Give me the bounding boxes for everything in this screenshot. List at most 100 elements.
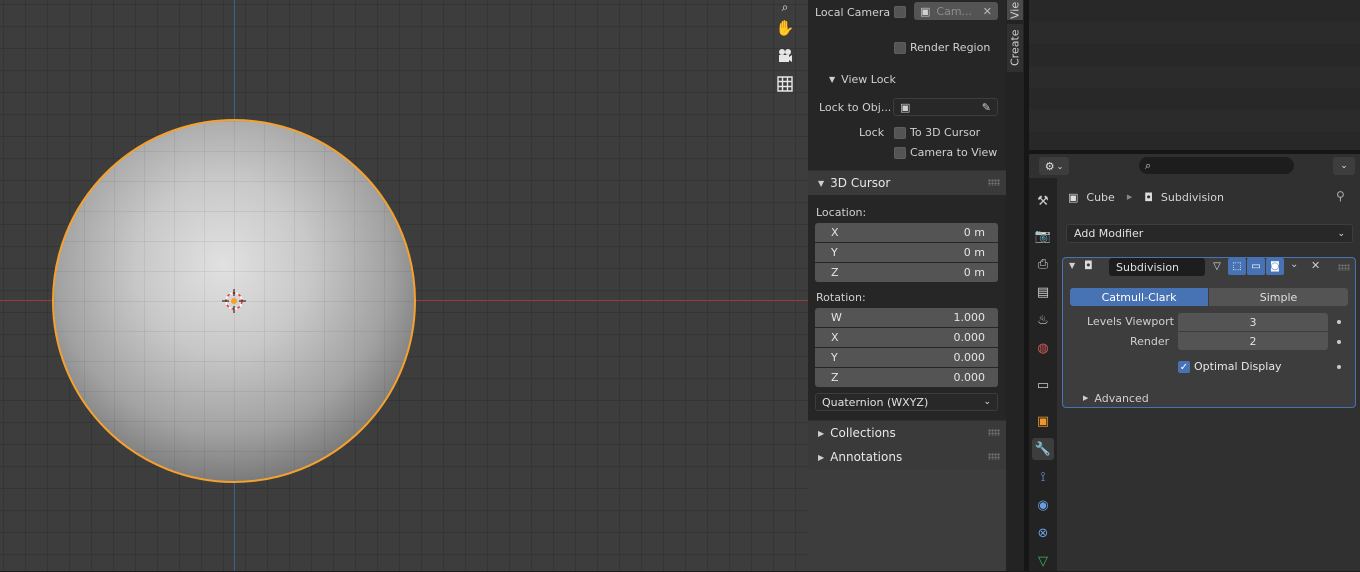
camera-icon[interactable] bbox=[772, 42, 798, 70]
catmull-clark-button[interactable]: Catmull-Clark bbox=[1070, 288, 1208, 306]
collections-header[interactable]: ▶ Collections bbox=[808, 421, 1006, 445]
to-3d-cursor-checkbox[interactable] bbox=[894, 127, 906, 139]
edit-mode-icon[interactable]: ⬚ bbox=[1228, 258, 1246, 275]
sidebar-tabs bbox=[1006, 0, 1024, 571]
axis-label: Y bbox=[831, 351, 838, 364]
modifier-wrench-icon[interactable]: 🔧 bbox=[1032, 438, 1054, 460]
modifier-icon: ◘ bbox=[1084, 259, 1093, 272]
rotation-w-field[interactable]: W 1.000 bbox=[815, 308, 998, 327]
chevron-down-icon: ⌄ bbox=[1337, 228, 1345, 239]
keyframe-dot-icon[interactable] bbox=[1337, 365, 1341, 369]
physics-icon[interactable]: ◉ bbox=[1032, 494, 1054, 516]
close-icon[interactable]: ✕ bbox=[1311, 259, 1320, 272]
simple-button[interactable]: Simple bbox=[1209, 288, 1348, 306]
local-camera-value: Cam... bbox=[936, 4, 973, 18]
options-dropdown[interactable]: ⌄ bbox=[1333, 157, 1355, 175]
breadcrumb-modifier: Subdivision bbox=[1160, 190, 1224, 204]
drag-handle-icon[interactable] bbox=[988, 453, 1000, 460]
local-camera-field[interactable]: ▣ Cam... ✕ bbox=[914, 2, 998, 20]
catmull-clark-label: Catmull-Clark bbox=[1101, 290, 1177, 304]
view-layer-icon[interactable]: ▤ bbox=[1032, 281, 1054, 303]
location-y-field[interactable]: Y 0 m bbox=[815, 243, 998, 262]
render-levels-field[interactable]: 2 bbox=[1178, 332, 1328, 350]
grid-icon[interactable] bbox=[772, 70, 798, 98]
camera-to-view-checkbox[interactable] bbox=[894, 147, 906, 159]
modifier-icon: ◘ bbox=[1144, 190, 1153, 204]
local-camera-label: Local Camera bbox=[815, 5, 891, 19]
drag-handle-icon[interactable] bbox=[988, 179, 1000, 186]
to-3d-cursor-label: To 3D Cursor bbox=[910, 126, 981, 139]
render-region-checkbox[interactable] bbox=[894, 42, 906, 54]
axis-label: Z bbox=[831, 371, 839, 384]
world-icon[interactable]: ◍ bbox=[1032, 337, 1054, 359]
object-icon[interactable]: ▣ bbox=[1032, 410, 1054, 432]
advanced-label: Advanced bbox=[1094, 391, 1149, 405]
render-icon[interactable]: 📷 bbox=[1032, 225, 1054, 247]
viewport-background-below-panel bbox=[808, 469, 1006, 571]
hand-icon[interactable]: ✋ bbox=[772, 14, 798, 42]
tool-icon[interactable]: ⚒ bbox=[1032, 190, 1054, 212]
editor-type-button[interactable]: ⚙ ⌄ bbox=[1039, 157, 1069, 175]
rotation-z-field[interactable]: Z 0.000 bbox=[815, 368, 998, 387]
search-input[interactable]: ⌕ bbox=[1139, 157, 1294, 174]
chevron-down-icon[interactable]: ▼ bbox=[1069, 261, 1075, 270]
rotation-y-field[interactable]: Y 0.000 bbox=[815, 348, 998, 367]
location-label: Location: bbox=[816, 206, 867, 219]
rotation-label: Rotation: bbox=[816, 291, 866, 304]
chevron-down-icon: ▼ bbox=[829, 74, 836, 84]
lock-to-object-field[interactable]: ▣ ✎ bbox=[893, 98, 998, 116]
tab-view-label: Vie bbox=[1008, 1, 1022, 19]
chevron-down-icon: ⌄ bbox=[1340, 161, 1348, 171]
object-icon: ▣ bbox=[1068, 190, 1079, 204]
location-z-field[interactable]: Z 0 m bbox=[815, 263, 998, 282]
levels-viewport-label: Levels Viewport bbox=[1087, 315, 1174, 328]
modifier-name-input[interactable]: Subdivision bbox=[1109, 258, 1205, 276]
drag-handle-icon[interactable] bbox=[1338, 264, 1350, 271]
3d-cursor-header[interactable]: ▼ 3D Cursor bbox=[808, 171, 1006, 195]
keyframe-dot-icon[interactable] bbox=[1337, 320, 1341, 324]
modifier-name-value: Subdivision bbox=[1116, 260, 1180, 274]
view-lock-header[interactable]: ▼ View Lock bbox=[829, 71, 896, 87]
chevron-down-icon: ▼ bbox=[818, 178, 825, 188]
collection-icon[interactable]: ▭ bbox=[1032, 374, 1054, 396]
outliner-area[interactable] bbox=[1029, 0, 1360, 150]
advanced-subpanel-header[interactable]: ▶ Advanced bbox=[1083, 390, 1149, 406]
3d-viewport[interactable]: ⌕ ✋ bbox=[0, 0, 808, 571]
render-levels-value: 2 bbox=[1249, 334, 1257, 348]
location-x-field[interactable]: X 0 m bbox=[815, 223, 998, 242]
tab-create[interactable]: Create bbox=[1007, 24, 1023, 72]
levels-viewport-value: 3 bbox=[1249, 315, 1257, 329]
properties-editor-icon: ⚙ bbox=[1044, 159, 1055, 173]
3d-cursor-title: 3D Cursor bbox=[830, 176, 891, 190]
rotation-mode-value: Quaternion (WXYZ) bbox=[822, 395, 929, 409]
simple-label: Simple bbox=[1259, 290, 1298, 304]
render-camera-icon[interactable]: ◙ bbox=[1266, 258, 1284, 275]
scene-icon[interactable]: ♨ bbox=[1032, 309, 1054, 331]
tab-view[interactable]: Vie bbox=[1007, 0, 1023, 20]
mesh-data-icon[interactable]: ▽ bbox=[1032, 550, 1054, 572]
keyframe-dot-icon[interactable] bbox=[1337, 340, 1341, 344]
on-cage-icon[interactable]: ▽ bbox=[1208, 258, 1226, 275]
close-icon[interactable]: ✕ bbox=[983, 5, 992, 18]
chevron-down-icon[interactable]: ⌄ bbox=[1290, 259, 1298, 270]
chevron-down-icon: ⌄ bbox=[983, 397, 991, 407]
eyedropper-icon[interactable]: ✎ bbox=[982, 101, 991, 114]
rotation-x-field[interactable]: X 0.000 bbox=[815, 328, 998, 347]
levels-viewport-field[interactable]: 3 bbox=[1178, 313, 1328, 331]
zoom-icon[interactable]: ⌕ bbox=[772, 0, 798, 14]
add-modifier-dropdown[interactable]: Add Modifier ⌄ bbox=[1066, 224, 1353, 243]
axis-label: W bbox=[831, 311, 842, 324]
constraints-icon[interactable]: ⊗ bbox=[1032, 522, 1054, 544]
location-x-value: 0 m bbox=[963, 226, 985, 239]
viewport-display-icon[interactable]: ▭ bbox=[1247, 258, 1265, 275]
camera-object-icon: ▣ bbox=[920, 4, 931, 18]
drag-handle-icon[interactable] bbox=[988, 429, 1000, 436]
optimal-display-checkbox[interactable]: ✓ bbox=[1178, 361, 1190, 373]
local-camera-checkbox[interactable] bbox=[894, 6, 906, 18]
annotations-header[interactable]: ▶ Annotations bbox=[808, 445, 1006, 469]
pin-icon[interactable]: ⚲ bbox=[1336, 189, 1345, 203]
render-levels-label: Render bbox=[1130, 335, 1170, 348]
rotation-mode-dropdown[interactable]: Quaternion (WXYZ) ⌄ bbox=[815, 393, 998, 411]
particles-icon[interactable]: ⟟ bbox=[1032, 466, 1054, 488]
output-icon[interactable]: ⎙ bbox=[1032, 253, 1054, 275]
